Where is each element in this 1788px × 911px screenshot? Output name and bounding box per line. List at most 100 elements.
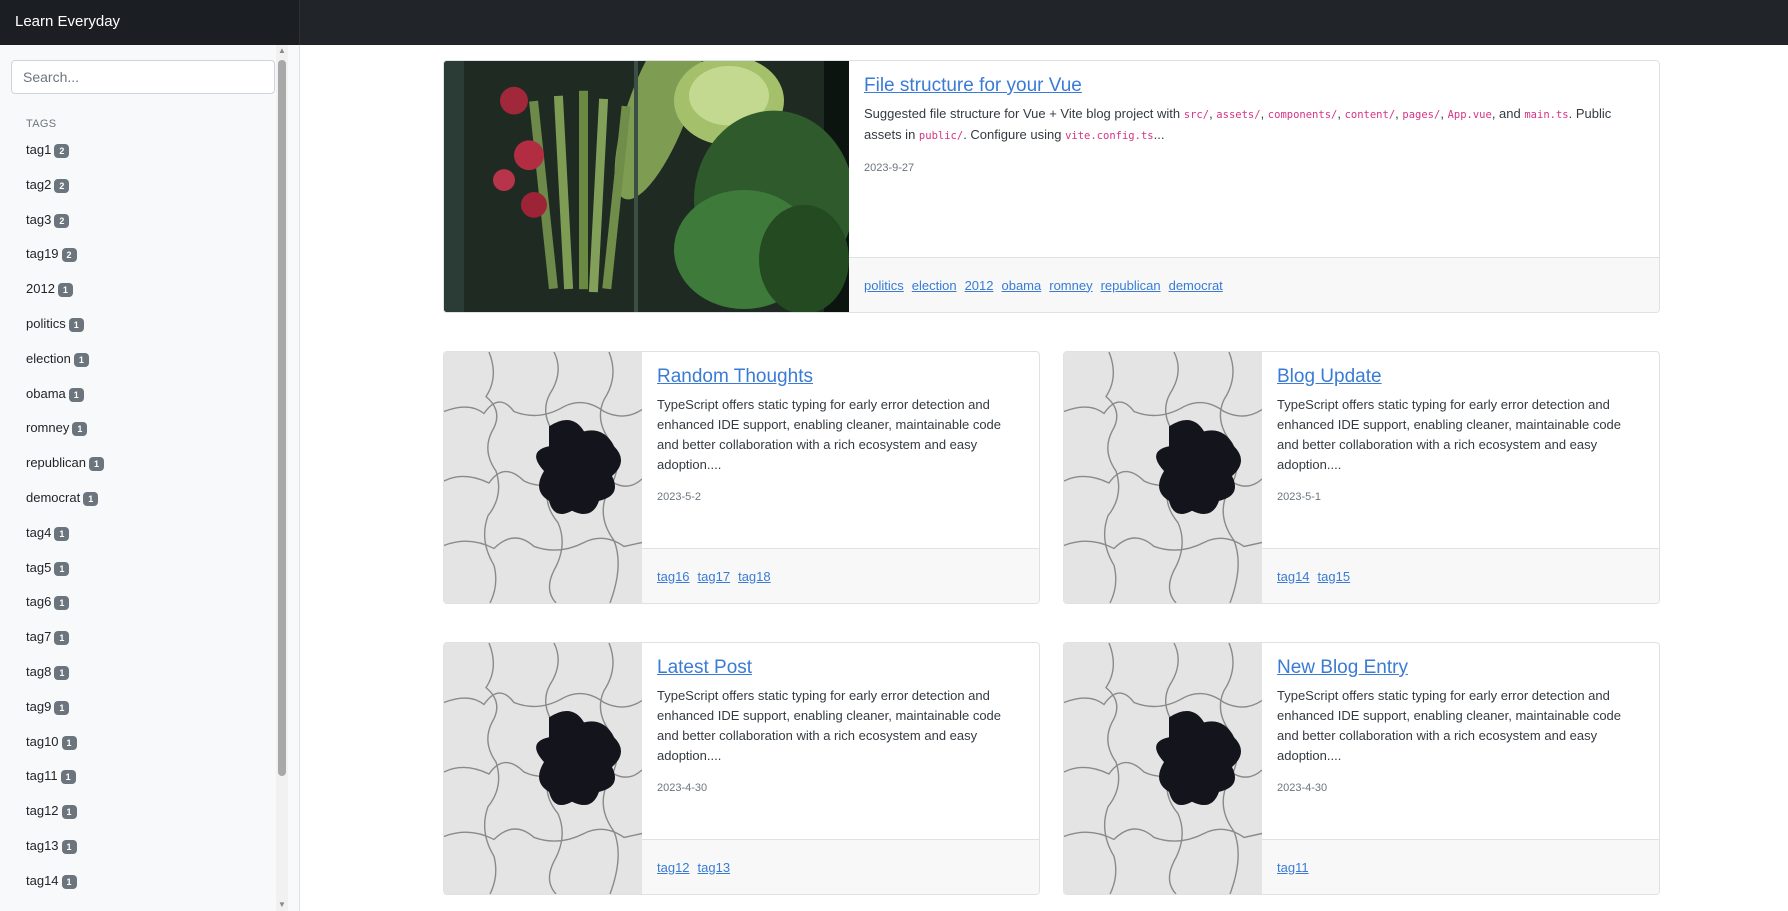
tag-label: tag14: [26, 872, 59, 888]
tag-label: tag19: [26, 246, 59, 262]
excerpt-text: . Configure using: [963, 127, 1066, 142]
post-tag-link[interactable]: democrat: [1169, 278, 1223, 293]
brand-area: Learn Everyday: [0, 0, 300, 45]
tag-count-badge: 2: [54, 144, 70, 158]
inline-code: App.vue: [1447, 109, 1492, 121]
post-content: Random Thoughts TypeScript offers static…: [642, 352, 1039, 603]
sidebar-tag-item[interactable]: tag4 1: [26, 525, 104, 560]
post-title-link[interactable]: Blog Update: [1277, 366, 1382, 388]
featured-post-title-link[interactable]: File structure for your Vue: [864, 75, 1082, 97]
post-tag-link[interactable]: tag11: [1277, 860, 1309, 875]
sidebar-tag-item[interactable]: tag19 2: [26, 246, 104, 281]
brand-link[interactable]: Learn Everyday: [15, 13, 120, 30]
excerpt-text: , and: [1491, 106, 1525, 121]
post-body: Blog Update TypeScript offers static typ…: [1277, 366, 1644, 503]
sidebar-tag-item[interactable]: election 1: [26, 351, 104, 386]
tag-count-badge: 1: [57, 283, 73, 298]
sidebar-tag-item[interactable]: tag14 1: [26, 873, 104, 908]
post-tag-link[interactable]: tag17: [698, 569, 731, 584]
post-tag-link[interactable]: tag16: [657, 569, 690, 584]
tag-label: election: [26, 350, 71, 366]
inline-code: main.ts: [1524, 109, 1569, 121]
post-tag-link[interactable]: politics: [864, 278, 904, 293]
inline-code: content/: [1344, 109, 1396, 121]
post-body: Random Thoughts TypeScript offers static…: [657, 366, 1024, 503]
puzzle-image[interactable]: [444, 643, 642, 894]
featured-post-excerpt: Suggested file structure for Vue + Vite …: [864, 104, 1644, 146]
post-tag-link[interactable]: election: [912, 278, 957, 293]
sidebar-tag-item[interactable]: tag2 2: [26, 177, 104, 212]
post-date: 2023-4-30: [1277, 782, 1328, 794]
search-input[interactable]: [11, 60, 275, 94]
post-title-link[interactable]: New Blog Entry: [1277, 657, 1408, 679]
post-tag-link[interactable]: tag18: [738, 569, 771, 584]
featured-post-content: File structure for your Vue Suggested fi…: [849, 61, 1659, 312]
post-tag-link[interactable]: republican: [1101, 278, 1161, 293]
sidebar-tag-item[interactable]: tag6 1: [26, 594, 104, 629]
sidebar-tag-item[interactable]: 2012 1: [26, 281, 104, 316]
sidebar-tag-item[interactable]: tag3 2: [26, 212, 104, 247]
sidebar-tag-item[interactable]: tag9 1: [26, 699, 104, 734]
post-tag-link[interactable]: obama: [1001, 278, 1041, 293]
sidebar-tag-item[interactable]: politics 1: [26, 316, 104, 351]
tag-label: republican: [26, 455, 86, 471]
tag-count-badge: 1: [68, 387, 84, 402]
post-title-link[interactable]: Random Thoughts: [657, 366, 813, 388]
puzzle-image[interactable]: [444, 352, 642, 603]
inline-code: components/: [1267, 109, 1338, 121]
vegetables-image[interactable]: [444, 61, 849, 312]
post-date: 2023-4-30: [657, 782, 708, 794]
post-date: 2023-5-1: [1277, 491, 1322, 503]
tag-count-badge: 1: [72, 422, 88, 437]
tag-count-badge: 1: [54, 700, 70, 715]
tag-label: obama: [26, 385, 66, 401]
sidebar-tag-item[interactable]: tag13 1: [26, 838, 104, 873]
sidebar-tag-item[interactable]: tag5 1: [26, 560, 104, 595]
excerpt-text: ,: [1260, 106, 1268, 121]
tag-count-badge: 1: [54, 665, 70, 680]
post-tag-link[interactable]: tag13: [698, 860, 731, 875]
scroll-down-arrow-icon[interactable]: ▼: [276, 899, 288, 911]
sidebar-scrollbar[interactable]: ▲ ▼: [276, 45, 288, 911]
post-title-link[interactable]: Latest Post: [657, 657, 752, 679]
sidebar-tag-item[interactable]: republican 1: [26, 455, 105, 490]
featured-post-card: File structure for your Vue Suggested fi…: [443, 60, 1660, 313]
post-card: Random Thoughts TypeScript offers static…: [443, 351, 1040, 604]
inline-code: public/: [918, 130, 964, 142]
post-tag-link[interactable]: tag15: [1318, 569, 1351, 584]
puzzle-image[interactable]: [1064, 352, 1262, 603]
sidebar-tag-item[interactable]: tag8 1: [26, 664, 104, 699]
post-tag-link[interactable]: romney: [1049, 278, 1092, 293]
sidebar-tag-item[interactable]: tag12 1: [26, 803, 104, 838]
tag-label: tag5: [26, 559, 52, 575]
tag-count-badge: 1: [54, 596, 70, 611]
sidebar-tag-item[interactable]: tag10 1: [26, 734, 104, 769]
tag-label: tag6: [26, 594, 52, 610]
top-navbar: Learn Everyday: [0, 0, 1788, 45]
scrollbar-thumb[interactable]: [278, 60, 286, 776]
inline-code: assets/: [1216, 109, 1261, 121]
sidebar-tag-item[interactable]: democrat 1: [26, 490, 104, 525]
tag-label: tag12: [26, 803, 59, 819]
sidebar-tag-item[interactable]: tag1 2: [26, 142, 104, 177]
excerpt-text: ,: [1440, 106, 1448, 121]
tag-count-badge: 2: [54, 178, 70, 193]
tag-count-badge: 1: [89, 457, 105, 472]
post-date: 2023-9-27: [864, 162, 915, 174]
sidebar-tag-item[interactable]: obama 1: [26, 386, 104, 421]
sidebar-tag-item[interactable]: tag11 1: [26, 768, 104, 803]
post-tag-link[interactable]: tag14: [1277, 569, 1310, 584]
sidebar-tag-item[interactable]: tag7 1: [26, 629, 104, 664]
post-tags: tag14 tag15: [1262, 548, 1659, 603]
tag-count-badge: 1: [61, 735, 77, 750]
post-tag-link[interactable]: tag12: [657, 860, 690, 875]
excerpt-text: ...: [1153, 127, 1165, 142]
puzzle-image[interactable]: [1064, 643, 1262, 894]
post-tag-link[interactable]: 2012: [965, 278, 994, 293]
tag-label: 2012: [26, 281, 55, 297]
post-content: Blog Update TypeScript offers static typ…: [1262, 352, 1659, 603]
sidebar-tag-item[interactable]: romney 1: [26, 420, 104, 455]
tag-label: democrat: [26, 489, 81, 505]
post-card: New Blog Entry TypeScript offers static …: [1063, 642, 1660, 895]
scroll-up-arrow-icon[interactable]: ▲: [276, 45, 288, 57]
